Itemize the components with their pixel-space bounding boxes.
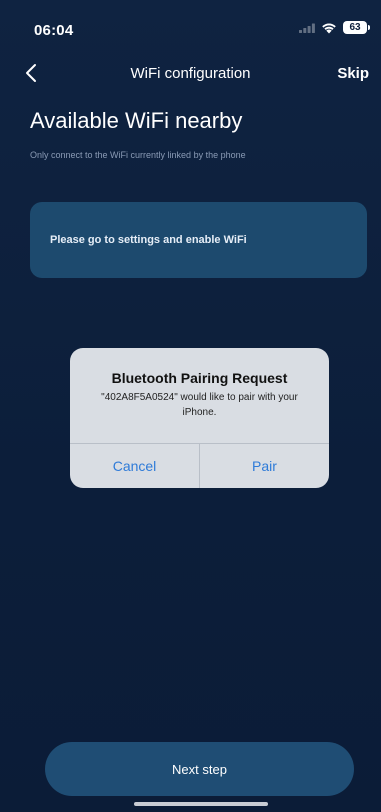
enable-wifi-text: Please go to settings and enable WiFi — [50, 234, 247, 246]
bluetooth-pairing-dialog: Bluetooth Pairing Request "402A8F5A0524"… — [70, 348, 329, 488]
wifi-configuration-screen: 06:04 63 WiFi configuration Skip Availab… — [0, 0, 381, 812]
nav-title: WiFi configuration — [130, 65, 251, 82]
skip-button[interactable]: Skip — [337, 65, 369, 82]
next-step-button[interactable]: Next step — [45, 742, 354, 796]
nav-bar: WiFi configuration Skip — [0, 56, 381, 90]
pair-button[interactable]: Pair — [199, 444, 329, 488]
status-bar: 06:04 63 — [0, 0, 381, 44]
status-icons: 63 — [299, 21, 370, 34]
page-title: Available WiFi nearby — [30, 108, 243, 133]
cancel-button[interactable]: Cancel — [70, 444, 199, 488]
enable-wifi-card[interactable]: Please go to settings and enable WiFi — [30, 202, 367, 278]
dialog-actions: Cancel Pair — [70, 443, 329, 488]
signal-icon — [299, 23, 315, 33]
page-subtitle: Only connect to the WiFi currently linke… — [30, 150, 246, 160]
home-indicator[interactable] — [134, 802, 268, 806]
dialog-message: "402A8F5A0524" would like to pair with y… — [101, 392, 298, 418]
wifi-icon — [322, 22, 336, 33]
status-time: 06:04 — [34, 22, 74, 39]
battery-icon: 63 — [343, 21, 370, 34]
dialog-title: Bluetooth Pairing Request — [111, 370, 288, 386]
